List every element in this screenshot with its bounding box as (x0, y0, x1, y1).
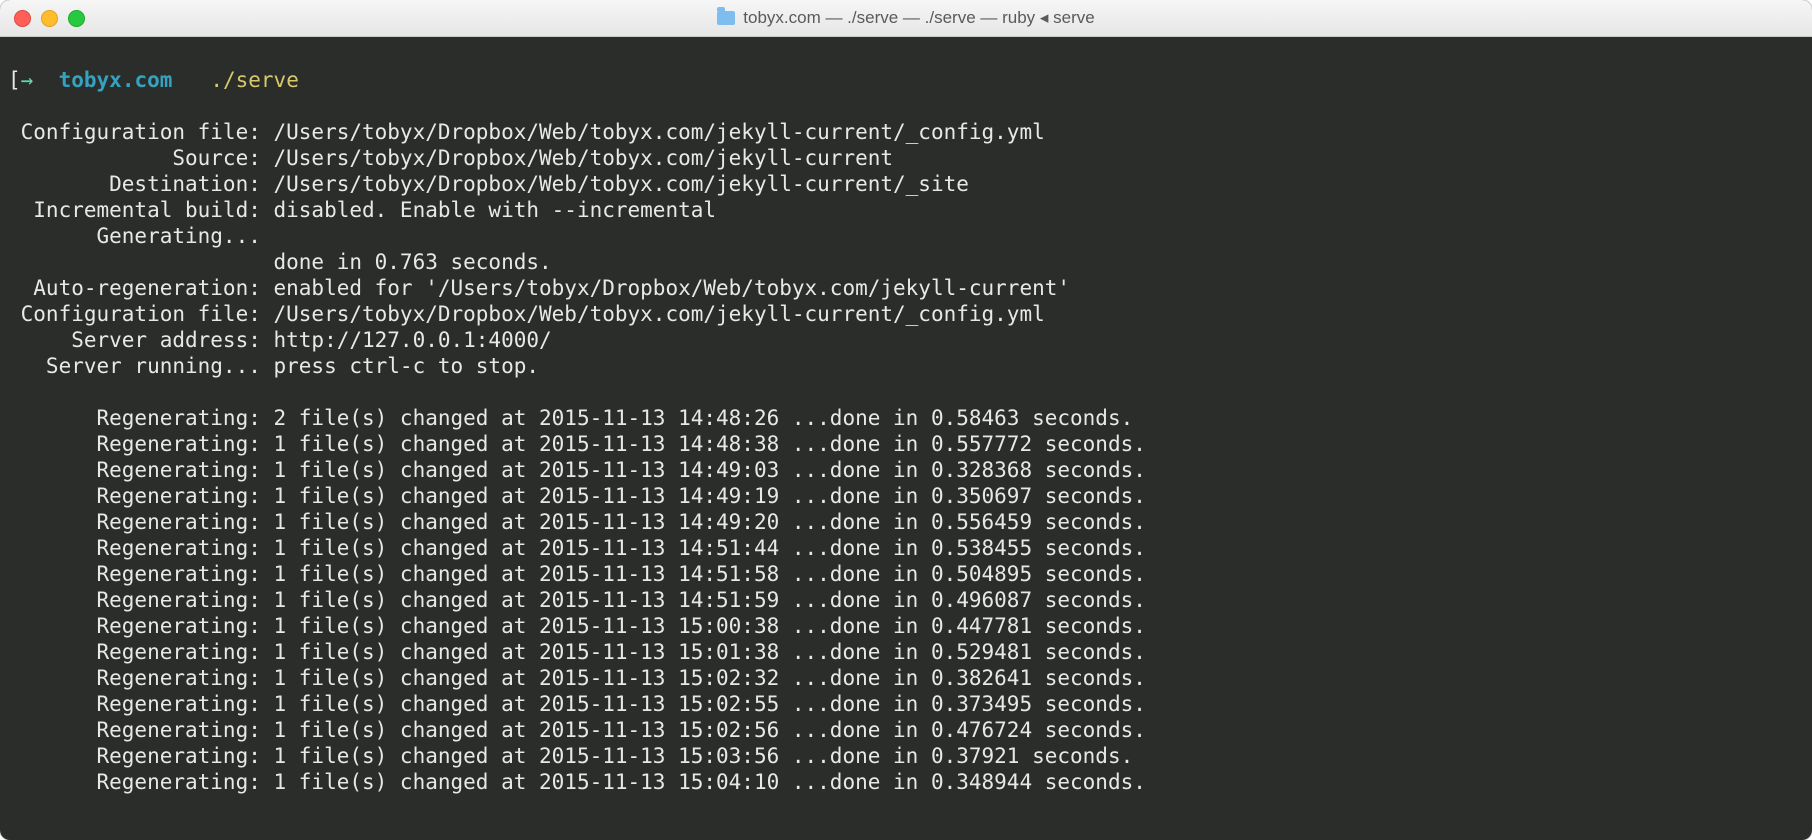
prompt-command: ./serve (210, 68, 299, 92)
zoom-icon[interactable] (68, 10, 85, 27)
window-title-text: tobyx.com — ./serve — ./serve — ruby ◂ s… (743, 8, 1094, 28)
prompt-open-bracket: [ (8, 68, 21, 92)
regenerating-block: Regenerating: 2 file(s) changed at 2015-… (8, 406, 1146, 794)
prompt-line: [→ tobyx.com ./serve ] (8, 67, 1804, 93)
window-title: tobyx.com — ./serve — ./serve — ruby ◂ s… (0, 8, 1812, 28)
jekyll-info-block: Configuration file: /Users/tobyx/Dropbox… (8, 120, 1070, 378)
prompt-arrow-icon: → (21, 68, 34, 92)
close-icon[interactable] (14, 10, 31, 27)
minimize-icon[interactable] (41, 10, 58, 27)
prompt-cwd: tobyx.com (59, 68, 173, 92)
traffic-lights (0, 10, 85, 27)
terminal-body[interactable]: [→ tobyx.com ./serve ] Configuration fil… (0, 37, 1812, 840)
titlebar[interactable]: tobyx.com — ./serve — ./serve — ruby ◂ s… (0, 0, 1812, 37)
folder-icon (717, 11, 735, 25)
terminal-window: tobyx.com — ./serve — ./serve — ruby ◂ s… (0, 0, 1812, 840)
